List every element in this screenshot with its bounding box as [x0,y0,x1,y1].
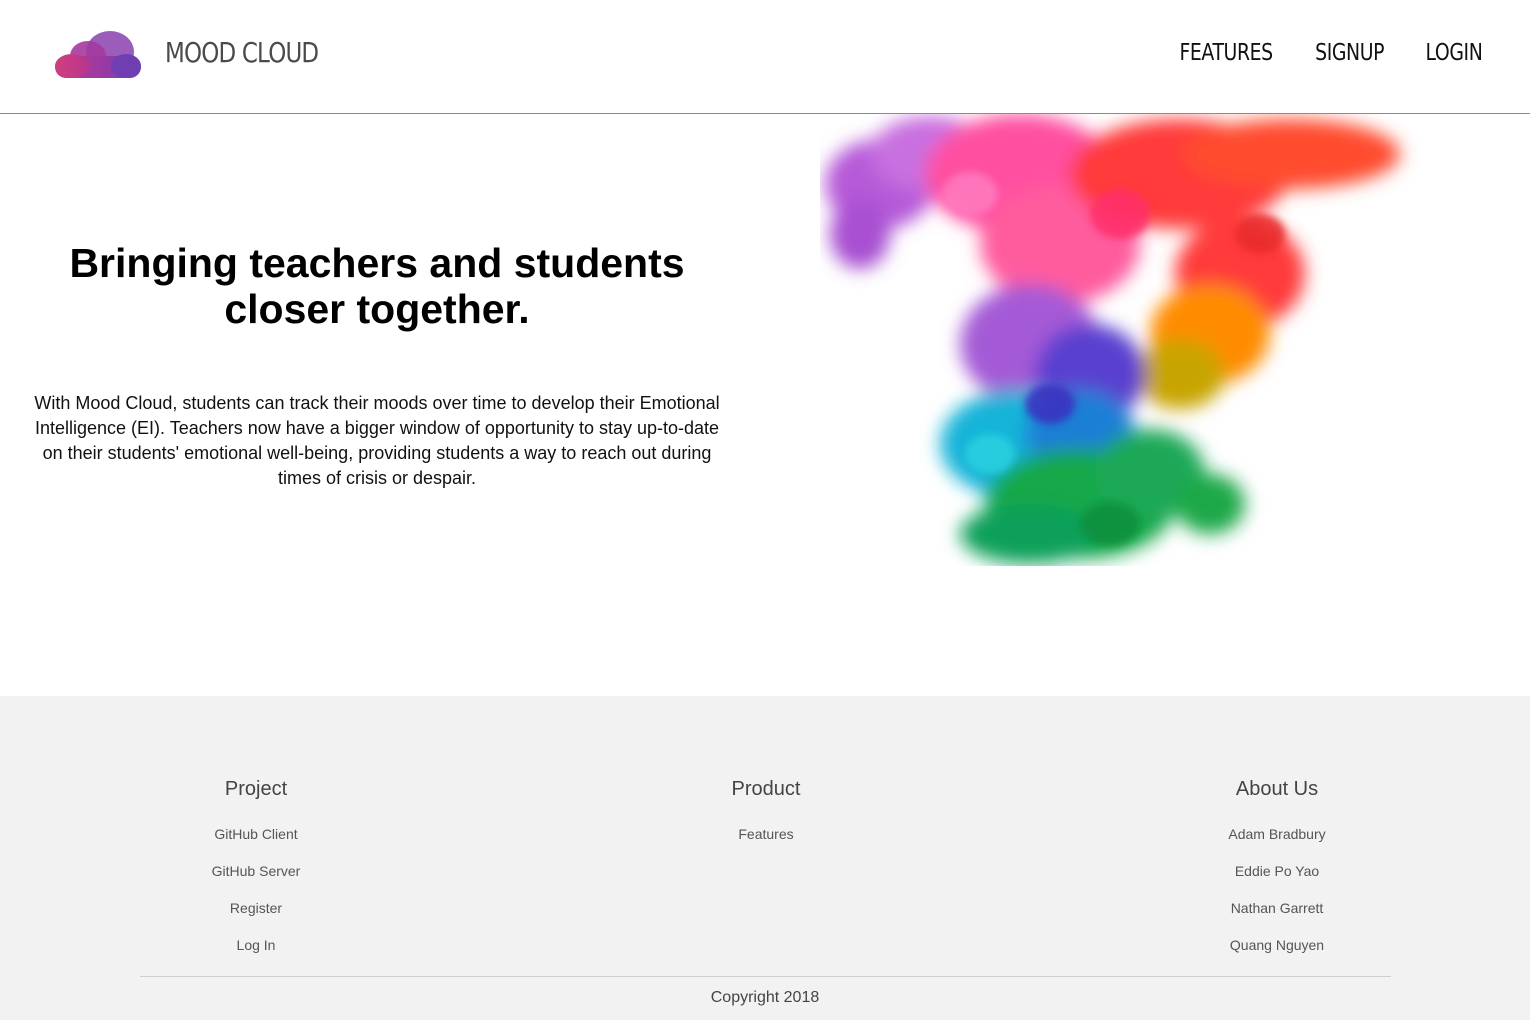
footer-link-features[interactable]: Features [636,816,896,853]
footer-heading-product: Product [731,778,801,800]
rainbow-smoke-illustration [825,114,1400,564]
footer-column-project: Project GitHub Client GitHub Server Regi… [126,774,386,964]
footer-link-adam-bradbury[interactable]: Adam Bradbury [1147,816,1407,853]
footer-link-eddie-po-yao[interactable]: Eddie Po Yao [1147,853,1407,890]
footer-column-product: Product Features [636,774,896,853]
site-header: MOOD CLOUD FEATURES SIGNUP LOGIN [0,0,1530,114]
site-footer: Project GitHub Client GitHub Server Regi… [0,696,1530,1020]
footer-column-about-us: About Us Adam Bradbury Eddie Po Yao Nath… [1147,774,1407,964]
footer-link-nathan-garrett[interactable]: Nathan Garrett [1147,890,1407,927]
footer-link-log-in[interactable]: Log In [126,927,386,964]
footer-heading-project: Project [224,778,288,800]
footer-link-github-server[interactable]: GitHub Server [126,853,386,890]
brand-name[interactable]: MOOD CLOUD [165,36,319,69]
nav-signup[interactable]: SIGNUP [1316,40,1385,66]
footer-divider [140,976,1391,977]
nav-features[interactable]: FEATURES [1179,40,1273,66]
footer-link-register[interactable]: Register [126,890,386,927]
nav-login[interactable]: LOGIN [1425,40,1482,66]
footer-heading-about-us: About Us [1235,778,1319,800]
main-nav: FEATURES SIGNUP LOGIN [1159,40,1482,66]
copyright-text: Copyright 2018 [710,989,820,1006]
hero-description: With Mood Cloud, students can track thei… [34,393,720,488]
footer-link-quang-nguyen[interactable]: Quang Nguyen [1147,927,1407,964]
hero-title: Bringing teachers and students closer to… [69,240,685,332]
footer-link-github-client[interactable]: GitHub Client [126,816,386,853]
cloud-icon[interactable] [52,28,144,80]
